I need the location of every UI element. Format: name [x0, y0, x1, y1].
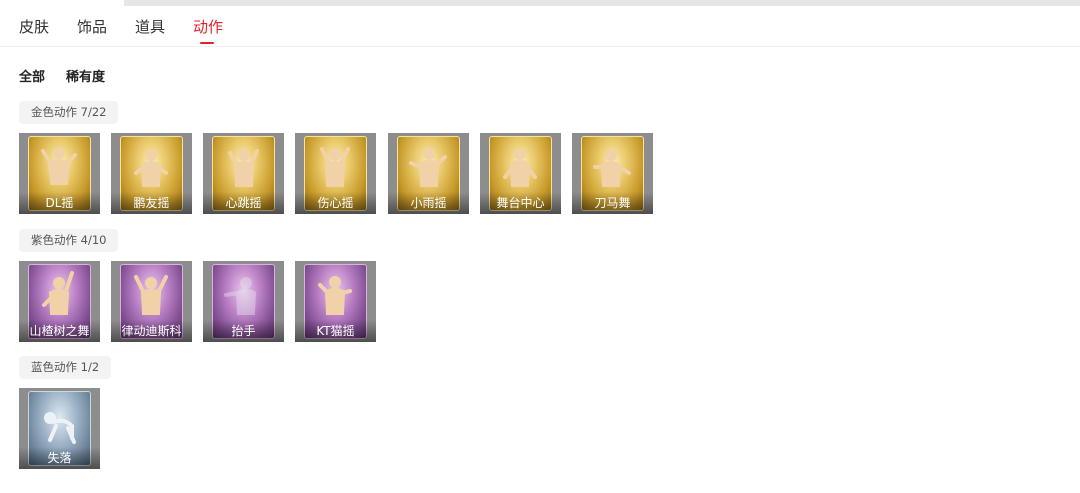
- action-name: 抬手: [203, 320, 284, 342]
- dance-figure-icon: [42, 271, 74, 315]
- dance-figure-icon: [134, 149, 168, 187]
- action-card[interactable]: 伤心摇: [295, 133, 376, 214]
- action-name: 失落: [19, 447, 100, 469]
- action-name: KT猫摇: [295, 320, 376, 342]
- action-name: DL摇: [19, 192, 100, 214]
- dance-figure-icon: [228, 149, 259, 187]
- dance-figure-icon: [593, 149, 631, 187]
- action-card[interactable]: 山楂树之舞: [19, 261, 100, 342]
- action-card[interactable]: 舞台中心: [480, 133, 561, 214]
- section-title-purple: 紫色动作 4/10: [19, 229, 119, 252]
- dance-figure-icon: [41, 147, 77, 185]
- action-card[interactable]: 刀马舞: [572, 133, 653, 214]
- action-name: 刀马舞: [572, 192, 653, 214]
- section-title-gold: 金色动作 7/22: [19, 101, 119, 124]
- tab-props[interactable]: 道具: [135, 17, 165, 37]
- active-tab-indicator: [200, 42, 214, 44]
- action-card[interactable]: 鹏友摇: [111, 133, 192, 214]
- action-card[interactable]: 小雨摇: [388, 133, 469, 214]
- action-card[interactable]: DL摇: [19, 133, 100, 214]
- dance-figure-icon: [224, 277, 257, 315]
- dance-figure-icon: [134, 275, 168, 315]
- action-name: 鹏友摇: [111, 192, 192, 214]
- action-name: 舞台中心: [480, 192, 561, 214]
- action-card[interactable]: 抬手: [203, 261, 284, 342]
- action-card[interactable]: 失落: [19, 388, 100, 469]
- dance-figure-icon: [320, 147, 350, 187]
- crawling-figure-icon: [44, 412, 76, 444]
- category-tabs: 皮肤 饰品 道具 动作: [0, 0, 1080, 47]
- action-card[interactable]: 心跳摇: [203, 133, 284, 214]
- filter-all[interactable]: 全部: [19, 66, 45, 85]
- tab-accessories[interactable]: 饰品: [77, 17, 107, 37]
- tab-actions[interactable]: 动作: [193, 17, 223, 37]
- action-name: 小雨摇: [388, 192, 469, 214]
- filter-rarity[interactable]: 稀有度: [66, 66, 105, 85]
- action-name: 山楂树之舞: [19, 320, 100, 342]
- tab-skins[interactable]: 皮肤: [19, 17, 49, 37]
- action-card[interactable]: 律动迪斯科: [111, 261, 192, 342]
- action-name: 伤心摇: [295, 192, 376, 214]
- action-name: 律动迪斯科: [111, 320, 192, 342]
- dance-figure-icon: [318, 276, 352, 315]
- dance-figure-icon: [409, 148, 447, 187]
- action-name: 心跳摇: [203, 192, 284, 214]
- section-title-blue: 蓝色动作 1/2: [19, 356, 112, 379]
- action-card[interactable]: KT猫摇: [295, 261, 376, 342]
- dance-figure-icon: [503, 148, 537, 187]
